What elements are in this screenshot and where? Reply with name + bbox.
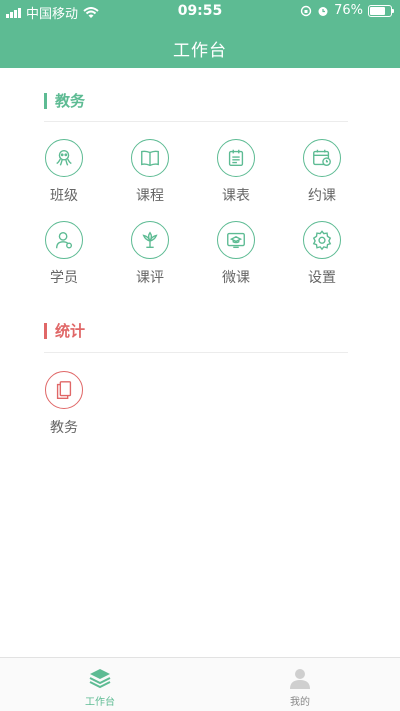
rotation-lock-icon	[300, 5, 312, 16]
page-title: 工作台	[173, 41, 227, 61]
person-icon	[290, 669, 310, 689]
gear-icon	[303, 221, 341, 259]
tab-label: 工作台	[85, 697, 115, 708]
octopus-icon	[45, 139, 83, 177]
item-review[interactable]: 课评	[120, 221, 180, 287]
calendar-clock-icon	[303, 139, 341, 177]
tab-workbench[interactable]: 工作台	[0, 658, 200, 711]
section-title-academic: 教务	[44, 93, 85, 109]
section-title-statistics: 统计	[44, 323, 85, 339]
battery-fill	[370, 6, 386, 15]
lotus-icon	[131, 221, 169, 259]
item-label: 学员	[50, 270, 78, 286]
tab-mine[interactable]: 我的	[200, 658, 400, 711]
book-open-icon	[131, 139, 169, 177]
item-academic-stats[interactable]: 教务	[34, 371, 94, 437]
section-divider	[44, 352, 348, 353]
battery-icon	[368, 4, 394, 17]
item-label: 设置	[308, 270, 336, 286]
item-label: 课评	[136, 270, 164, 286]
item-schedule[interactable]: 课表	[206, 139, 266, 205]
item-label: 班级	[50, 188, 78, 204]
status-bar: 中国移动 09:55 76%	[0, 0, 400, 22]
stack-book-icon	[45, 371, 83, 409]
item-label: 约课	[308, 188, 336, 204]
battery-percent: 76%	[334, 3, 363, 18]
item-label: 教务	[50, 420, 78, 436]
item-class[interactable]: 班级	[34, 139, 94, 205]
alarm-icon	[318, 6, 328, 16]
item-course[interactable]: 课程	[120, 139, 180, 205]
item-label: 课程	[136, 188, 164, 204]
layers-icon	[89, 669, 111, 689]
item-student[interactable]: 学员	[34, 221, 94, 287]
status-bar-right: 76%	[300, 3, 394, 18]
video-course-icon	[217, 221, 255, 259]
item-settings[interactable]: 设置	[292, 221, 352, 287]
item-label: 微课	[222, 270, 250, 286]
tab-bar: 工作台 我的	[0, 657, 400, 711]
student-icon	[45, 221, 83, 259]
item-micro-course[interactable]: 微课	[206, 221, 266, 287]
schedule-icon	[217, 139, 255, 177]
item-label: 课表	[222, 188, 250, 204]
tab-label: 我的	[290, 697, 310, 708]
item-booking[interactable]: 约课	[292, 139, 352, 205]
header: 中国移动 09:55 76% 工作台	[0, 0, 400, 68]
section-divider	[44, 121, 348, 122]
